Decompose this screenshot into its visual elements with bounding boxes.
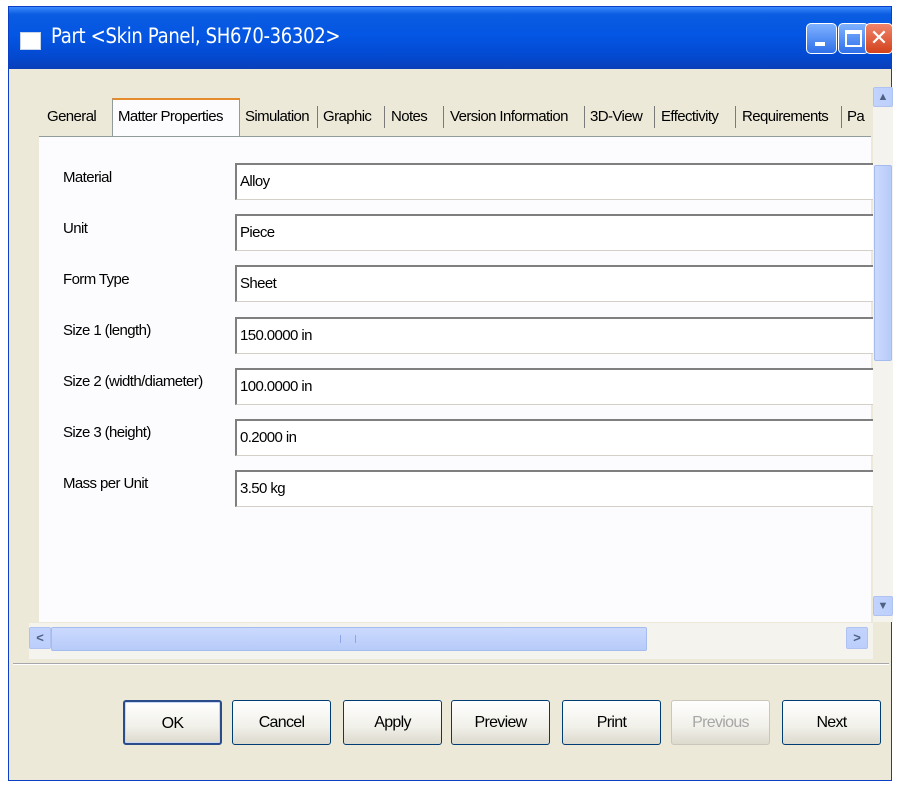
- size2-field[interactable]: 100.0000 in: [235, 368, 875, 405]
- horizontal-scrollbar[interactable]: < >: [29, 623, 873, 659]
- form-type-label: Form Type: [63, 271, 130, 288]
- material-label: Material: [63, 169, 112, 186]
- size3-field[interactable]: 0.2000 in: [235, 419, 875, 456]
- ok-button[interactable]: OK: [123, 700, 222, 745]
- size1-field[interactable]: 150.0000 in: [235, 317, 875, 354]
- tab-separator: [584, 106, 585, 128]
- tab-matter-properties[interactable]: Matter Properties: [112, 98, 240, 136]
- print-button[interactable]: Print: [562, 700, 661, 745]
- scroll-down-icon[interactable]: ▼: [873, 596, 893, 616]
- tab-graphic[interactable]: Graphic: [323, 102, 372, 132]
- unit-label: Unit: [63, 220, 88, 237]
- previous-button: Previous: [671, 700, 770, 745]
- form-type-field[interactable]: Sheet: [235, 265, 875, 302]
- divider-highlight: [13, 664, 889, 665]
- horizontal-scroll-thumb[interactable]: [51, 627, 647, 651]
- title-bar[interactable]: Part <Skin Panel, SH670-36302> ✕: [9, 7, 893, 69]
- window-title: Part <Skin Panel, SH670-36302>: [51, 24, 341, 48]
- tab-separator: [841, 106, 842, 128]
- tab-general[interactable]: General: [47, 102, 97, 132]
- mass-per-unit-field[interactable]: 3.50 kg: [235, 470, 875, 507]
- tab-requirements[interactable]: Requirements: [742, 102, 829, 132]
- preview-button[interactable]: Preview: [451, 700, 550, 745]
- size2-label: Size 2 (width/diameter): [63, 373, 203, 390]
- scroll-left-icon[interactable]: <: [29, 627, 51, 649]
- material-field[interactable]: Alloy: [235, 163, 875, 200]
- cancel-button[interactable]: Cancel: [232, 700, 331, 745]
- next-button[interactable]: Next: [782, 700, 881, 745]
- minimize-button[interactable]: [806, 23, 837, 54]
- unit-field[interactable]: Piece: [235, 214, 875, 251]
- tab-separator: [317, 106, 318, 128]
- scroll-up-icon[interactable]: ▲: [873, 87, 893, 107]
- scroll-grip-icon: [340, 635, 356, 643]
- tab-version-information[interactable]: Version Information: [450, 102, 568, 132]
- apply-button[interactable]: Apply: [343, 700, 442, 745]
- mass-per-unit-label: Mass per Unit: [63, 475, 148, 492]
- matter-properties-panel: Material Alloy Unit Piece Form Type Shee…: [39, 136, 875, 622]
- tab-simulation[interactable]: Simulation: [245, 102, 310, 132]
- vertical-scroll-thumb[interactable]: [874, 165, 892, 361]
- size3-label: Size 3 (height): [63, 424, 151, 441]
- close-button[interactable]: ✕: [865, 23, 893, 54]
- tab-separator: [654, 106, 655, 128]
- tab-3d-view[interactable]: 3D-View: [590, 102, 643, 132]
- tab-separator: [384, 106, 385, 128]
- tab-effectivity[interactable]: Effectivity: [661, 102, 719, 132]
- close-icon: ✕: [869, 26, 889, 51]
- vertical-scrollbar[interactable]: ▲ ▼: [873, 87, 893, 622]
- tab-pa[interactable]: Pa: [847, 102, 865, 132]
- window-icon: [20, 32, 41, 50]
- tab-separator: [735, 106, 736, 128]
- size1-label: Size 1 (length): [63, 322, 151, 339]
- part-properties-dialog: Part <Skin Panel, SH670-36302> ✕ General…: [8, 6, 893, 781]
- tab-notes[interactable]: Notes: [391, 102, 428, 132]
- tab-separator: [443, 106, 444, 128]
- scroll-right-icon[interactable]: >: [846, 627, 868, 649]
- tab-strip: General Matter Properties Simulation Gra…: [39, 98, 872, 136]
